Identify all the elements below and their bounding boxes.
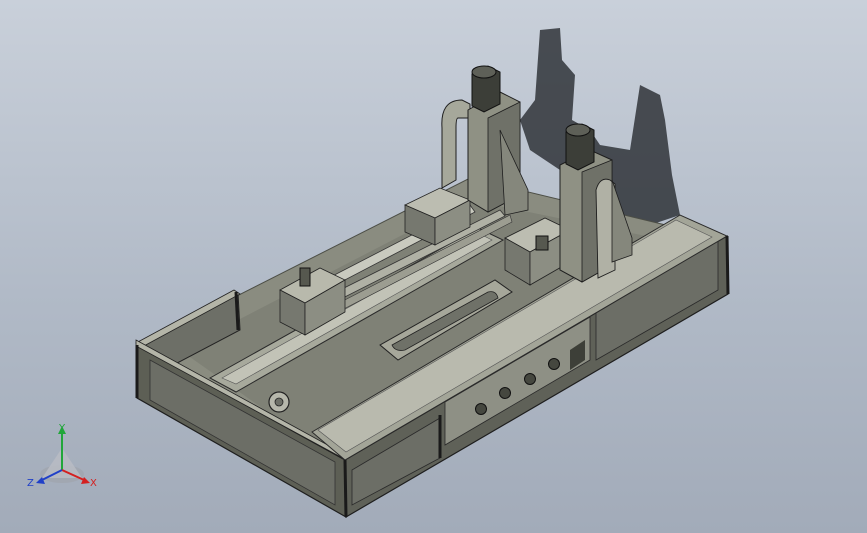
view-orientation-triad[interactable]: Y X Z	[27, 423, 97, 489]
control-knob-2[interactable]	[499, 387, 511, 399]
x-axis-arrow	[81, 477, 90, 484]
control-knob-4[interactable]	[548, 358, 560, 370]
y-axis-label: Y	[58, 423, 66, 434]
control-knob-3[interactable]	[524, 373, 536, 385]
conveyor-roller-end-hub	[274, 397, 284, 407]
x-axis-label: X	[90, 478, 97, 489]
cad-viewport[interactable]: Y X Z	[0, 0, 867, 533]
z-axis-label: Z	[27, 478, 34, 489]
assembly-model[interactable]: Y X Z	[0, 0, 867, 533]
control-knob-1[interactable]	[475, 403, 487, 415]
